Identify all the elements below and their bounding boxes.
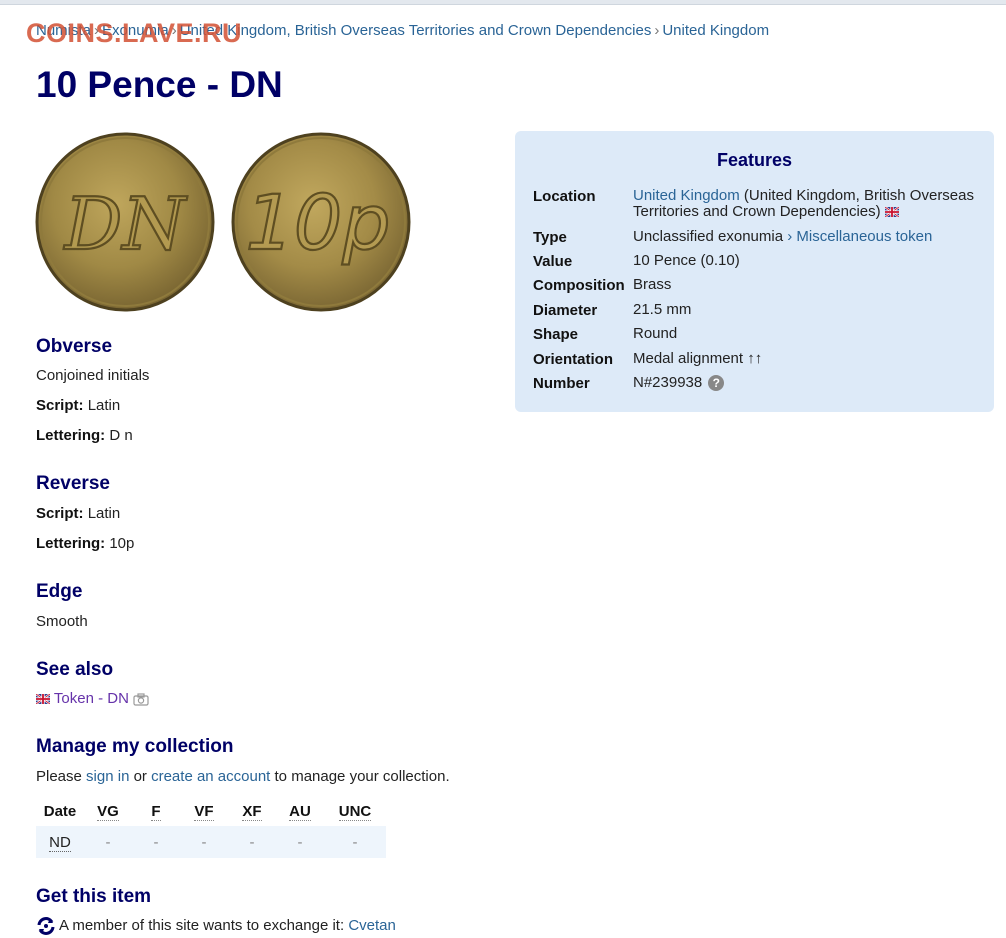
reverse-denomination: 10p [246, 178, 391, 267]
feature-label: Type [533, 229, 567, 246]
feature-label: Composition [533, 277, 625, 294]
script-value: Latin [87, 397, 121, 414]
lettering-value: 10p [109, 535, 135, 552]
row-value-unc: - [324, 826, 386, 858]
page-title: 10 Pence - DN [36, 64, 283, 105]
reverse-heading: Reverse [36, 473, 110, 494]
breadcrumb-item-region[interactable]: United Kingdom, British Overseas Territo… [180, 22, 652, 39]
see-also-item: Token - DN [36, 690, 149, 707]
column-header-vf: VF [194, 802, 214, 821]
column-header-vg: VG [97, 802, 119, 821]
feature-value: 21.5 mm [633, 301, 692, 318]
feature-value: Round [633, 325, 678, 342]
row-value-vg: - [84, 826, 132, 858]
script-label: Script: [36, 505, 84, 522]
breadcrumb-item-country[interactable]: United Kingdom [662, 22, 769, 39]
table-row: ND - - - - - - [36, 826, 386, 858]
breadcrumb-separator: › [654, 22, 660, 39]
type-link[interactable]: Miscellaneous token [796, 228, 932, 245]
reverse-script: Script: Latin [36, 505, 120, 522]
type-separator: › [787, 228, 793, 245]
top-bar [0, 0, 1006, 5]
sign-in-link[interactable]: sign in [86, 768, 129, 785]
row-value-f: - [132, 826, 180, 858]
edge-text: Smooth [36, 613, 88, 630]
obverse-description: Conjoined initials [36, 367, 150, 384]
script-value: Latin [87, 505, 121, 522]
column-header-xf: XF [242, 802, 262, 821]
edge-heading: Edge [36, 581, 83, 602]
feature-label: Shape [533, 326, 579, 343]
row-value-au: - [276, 826, 324, 858]
row-date: ND [36, 826, 84, 858]
camera-icon [133, 692, 149, 706]
collection-text: Please sign in or create an account to m… [36, 768, 450, 785]
lettering-value: D n [109, 427, 133, 444]
collection-heading: Manage my collection [36, 736, 234, 757]
obverse-script: Script: Latin [36, 397, 120, 414]
feature-value: 10 Pence (0.10) [633, 252, 740, 269]
lettering-label: Lettering: [36, 535, 106, 552]
column-header-au: AU [289, 802, 311, 821]
obverse-image[interactable]: DN [34, 131, 216, 313]
features-heading: Features [716, 150, 793, 170]
location-link[interactable]: United Kingdom [633, 187, 740, 204]
collection-text-after: to manage your collection. [274, 768, 450, 785]
row-value-xf: - [228, 826, 276, 858]
row-value-vf: - [180, 826, 228, 858]
obverse-initials: DN [63, 182, 189, 266]
uk-flag-icon [36, 694, 50, 705]
script-label: Script: [36, 397, 84, 414]
feature-label: Diameter [533, 302, 598, 319]
collection-text-before: Please [36, 768, 82, 785]
see-also-link[interactable]: Token - DN [54, 690, 129, 707]
reverse-image[interactable]: 10p [230, 131, 412, 313]
feature-label: Number [533, 375, 590, 392]
type-text: Unclassified exonumia [633, 228, 784, 245]
grades-header-row: Date VG F VF XF AU UNC [36, 796, 386, 826]
feature-value: N#239938? [633, 374, 978, 392]
column-header-date: Date [43, 802, 77, 820]
feature-value: Medal alignment ↑↑ [633, 350, 763, 367]
feature-value: Brass [633, 276, 672, 293]
grades-table: Date VG F VF XF AU UNC ND - - - - - - [36, 796, 386, 858]
get-item-heading: Get this item [36, 886, 152, 907]
help-icon[interactable]: ? [708, 375, 725, 392]
exchange-line: A member of this site wants to exchange … [36, 916, 396, 936]
column-header-f: F [151, 802, 161, 821]
obverse-heading: Obverse [36, 336, 113, 357]
feature-label: Orientation [533, 351, 614, 368]
feature-label: Value [533, 253, 573, 270]
feature-value: United Kingdom (United Kingdom, British … [633, 188, 978, 220]
feature-label: Location [533, 188, 596, 205]
lettering-label: Lettering: [36, 427, 106, 444]
feature-value: Unclassified exonumia › Miscellaneous to… [633, 229, 978, 245]
see-also-heading: See also [36, 659, 114, 680]
obverse-lettering: Lettering: D n [36, 427, 133, 444]
member-link[interactable]: Cvetan [348, 917, 396, 934]
create-account-link[interactable]: create an account [151, 768, 270, 785]
uk-flag-icon [884, 207, 899, 218]
number-text: N#239938 [633, 374, 703, 391]
collection-text-or: or [133, 768, 147, 785]
exchange-icon [37, 917, 55, 935]
exchange-text: A member of this site wants to exchange … [59, 916, 345, 934]
features-panel: Features Location United Kingdom (United… [515, 131, 994, 412]
column-header-unc: UNC [338, 802, 372, 821]
reverse-lettering: Lettering: 10p [36, 535, 134, 552]
watermark: COINS.LAVE.RU [26, 18, 243, 48]
